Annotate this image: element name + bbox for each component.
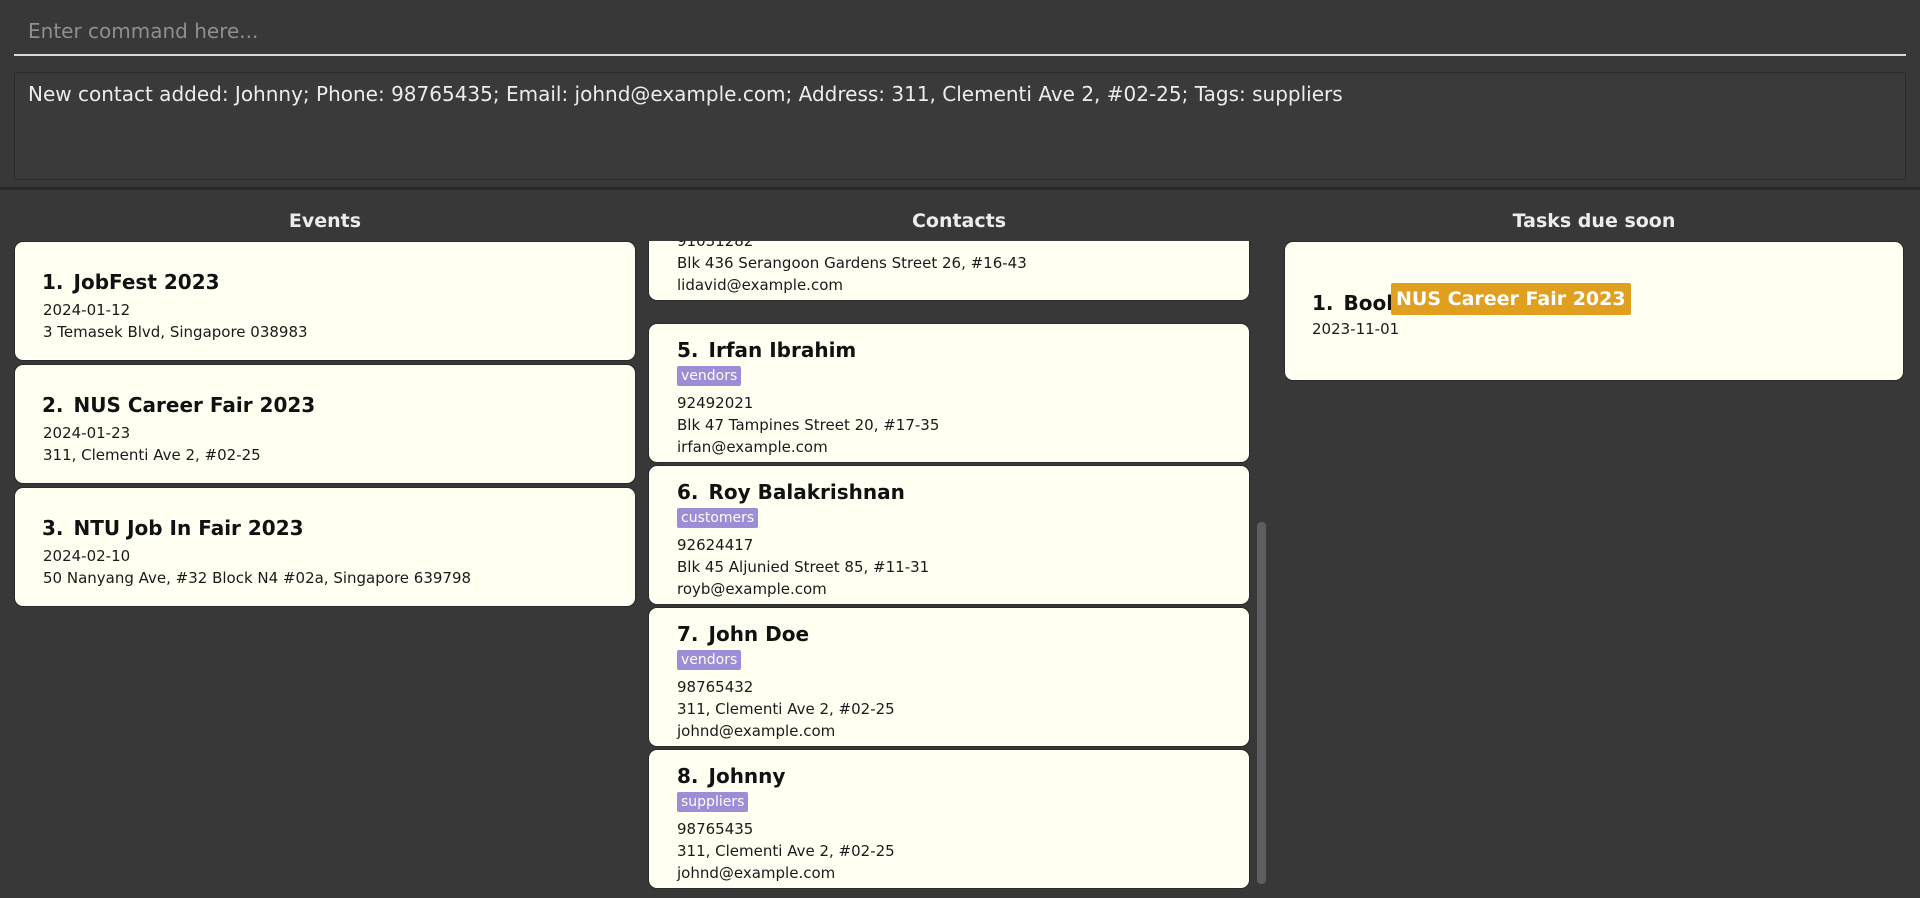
contact-tag: vendors — [677, 650, 742, 670]
contact-email: royb@example.com — [677, 580, 827, 598]
contact-address: Blk 45 Aljunied Street 85, #11-31 — [677, 558, 930, 576]
contact-tag: customers — [677, 508, 759, 528]
contact-email: johnd@example.com — [677, 722, 836, 740]
command-input[interactable] — [14, 8, 1906, 54]
event-address: 50 Nanyang Ave, #32 Block N4 #02a, Singa… — [43, 569, 472, 587]
contact-email: irfan@example.com — [677, 438, 828, 456]
contact-phone: 91031282 — [677, 241, 754, 250]
contact-phone: 92624417 — [677, 536, 754, 554]
divider — [0, 187, 1920, 190]
contacts-list[interactable]: 4. suppliers 91031282 Blk 436 Serangoon … — [648, 241, 1252, 891]
task-deadline: 2023-11-01 — [1312, 320, 1400, 338]
event-title: 1. JobFest 2023 — [42, 270, 220, 294]
contact-phone: 98765435 — [677, 820, 754, 838]
contact-address: Blk 47 Tampines Street 20, #17-35 — [677, 416, 940, 434]
contact-email: johnd@example.com — [677, 864, 836, 882]
contact-address: Blk 436 Serangoon Gardens Street 26, #16… — [677, 254, 1027, 272]
events-panel-title: Events — [288, 210, 362, 232]
contact-address: 311, Clementi Ave 2, #02-25 — [677, 700, 895, 718]
event-date: 2024-01-12 — [43, 301, 131, 319]
event-address: 3 Temasek Blvd, Singapore 038983 — [43, 323, 308, 341]
contact-name: 5. Irfan Ibrahim — [677, 338, 857, 362]
event-card[interactable]: 3. NTU Job In Fair 2023 2024-02-10 50 Nan… — [14, 487, 636, 607]
contact-tag: suppliers — [677, 792, 749, 812]
event-address: 311, Clementi Ave 2, #02-25 — [43, 446, 261, 464]
event-date: 2024-01-23 — [43, 424, 131, 442]
contact-name: 6. Roy Balakrishnan — [677, 480, 905, 504]
contact-card[interactable]: 8. Johnny suppliers 98765435 311, Clement… — [648, 749, 1250, 889]
event-date: 2024-02-10 — [43, 547, 131, 565]
contact-card[interactable]: 5. Irfan Ibrahim vendors 92492021 Blk 47 … — [648, 323, 1250, 463]
task-title: 1. Book — [1312, 291, 1400, 315]
contacts-scrollbar[interactable] — [1257, 522, 1266, 884]
task-card[interactable]: 1. Book NUS Career Fair 2023 2023-11-01 — [1284, 241, 1904, 381]
contact-name: 7. John Doe — [677, 622, 810, 646]
event-title: 3. NTU Job In Fair 2023 — [42, 516, 304, 540]
tasks-panel-title: Tasks due soon — [1512, 210, 1676, 232]
contact-card[interactable]: 7. John Doe vendors 98765432 311, Clement… — [648, 607, 1250, 747]
contact-phone: 98765432 — [677, 678, 754, 696]
contact-phone: 92492021 — [677, 394, 754, 412]
contact-address: 311, Clementi Ave 2, #02-25 — [677, 842, 895, 860]
contact-tag: vendors — [677, 366, 742, 386]
event-title: 2. NUS Career Fair 2023 — [42, 393, 316, 417]
contact-email: lidavid@example.com — [677, 276, 843, 294]
contact-card[interactable]: 4. suppliers 91031282 Blk 436 Serangoon … — [648, 241, 1250, 301]
contact-name: 8. Johnny — [677, 764, 786, 788]
contacts-panel-title: Contacts — [911, 210, 1007, 232]
event-card[interactable]: 1. JobFest 2023 2024-01-12 3 Temasek Blvd… — [14, 241, 636, 361]
task-event-badge: NUS Career Fair 2023 — [1391, 283, 1631, 315]
command-box[interactable] — [14, 8, 1906, 56]
contact-card[interactable]: 6. Roy Balakrishnan customers 92624417 Bl… — [648, 465, 1250, 605]
event-card[interactable]: 2. NUS Career Fair 2023 2024-01-23 311, C… — [14, 364, 636, 484]
result-display: New contact added: Johnny; Phone: 987654… — [14, 72, 1906, 180]
